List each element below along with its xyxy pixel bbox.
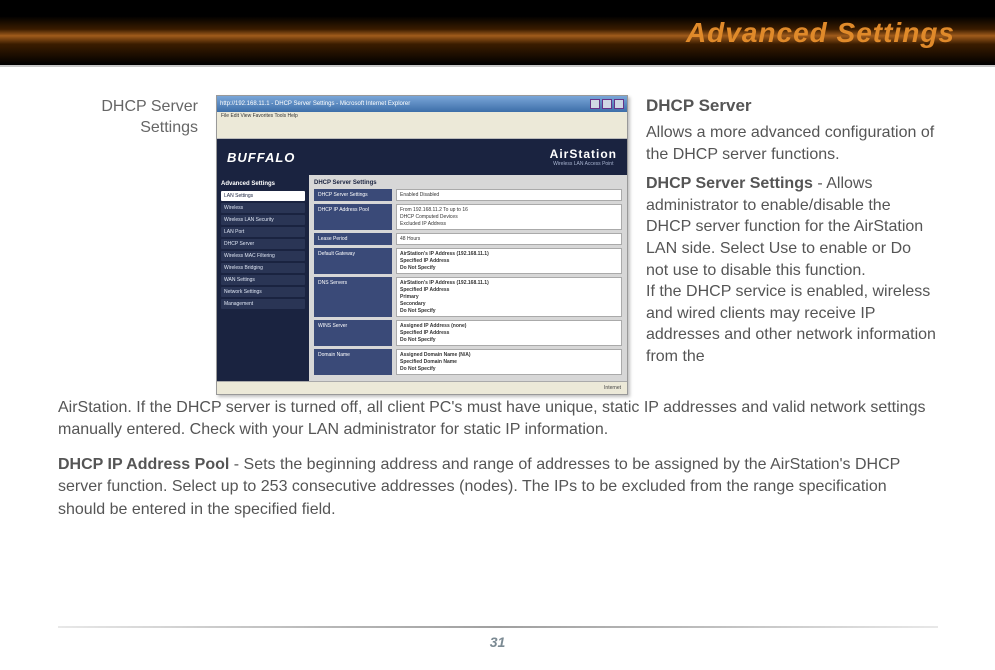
setting-label: DNS Servers bbox=[314, 277, 392, 317]
setting-row: WINS Server Assigned IP Address (none) S… bbox=[314, 320, 622, 346]
right-column: DHCP Server Allows a more advanced confi… bbox=[646, 95, 937, 395]
setting-field[interactable]: Assigned IP Address (none) Specified IP … bbox=[396, 320, 622, 346]
setting-label: DHCP Server Settings bbox=[314, 189, 392, 201]
setting-field[interactable]: Assigned Domain Name (N/A) Specified Dom… bbox=[396, 349, 622, 375]
field-text: Specified IP Address bbox=[400, 330, 618, 336]
setting-row: Lease Period 48 Hours bbox=[314, 233, 622, 245]
setting-row: DHCP Server Settings Enabled Disabled bbox=[314, 189, 622, 201]
paragraph: AirStation. If the DHCP server is turned… bbox=[58, 397, 937, 442]
brand-logo: BUFFALO bbox=[227, 150, 295, 165]
field-text: Secondary bbox=[400, 301, 618, 307]
status-text: Internet bbox=[604, 385, 621, 391]
section-heading: DHCP Server bbox=[646, 95, 937, 118]
sidebar-item[interactable]: Network Settings bbox=[221, 287, 305, 297]
field-text: Excluded IP Address bbox=[400, 221, 618, 227]
upper-row: DHCP Server Settings http://192.168.11.1… bbox=[58, 95, 937, 395]
intro-text: Allows a more advanced configuration of … bbox=[646, 122, 937, 165]
settings-panel: DHCP Server Settings DHCP Server Setting… bbox=[309, 175, 627, 381]
setting-row: DNS Servers AirStation's IP Address (192… bbox=[314, 277, 622, 317]
setting-field[interactable]: AirStation's IP Address (192.168.11.1) S… bbox=[396, 248, 622, 274]
setting-field[interactable]: Enabled Disabled bbox=[396, 189, 622, 201]
browser-statusbar: Internet bbox=[217, 381, 627, 394]
field-text: AirStation's IP Address (192.168.11.1) bbox=[400, 251, 618, 257]
sidebar-item[interactable]: DHCP Server bbox=[221, 239, 305, 249]
page-footer: 31 bbox=[0, 626, 995, 652]
sidebar-nav: Advanced Settings LAN Settings Wireless … bbox=[217, 175, 309, 381]
footer-divider bbox=[58, 626, 938, 628]
minimize-icon[interactable] bbox=[590, 99, 600, 109]
field-text: Specified IP Address bbox=[400, 287, 618, 293]
content-area: DHCP Server Settings http://192.168.11.1… bbox=[0, 67, 995, 521]
figure-caption: DHCP Server Settings bbox=[58, 95, 198, 395]
sidebar-item[interactable]: Wireless MAC Filtering bbox=[221, 251, 305, 261]
field-text: Primary bbox=[400, 294, 618, 300]
setting-field[interactable]: From 192.168.11.2 To up to 16 DHCP Compu… bbox=[396, 204, 622, 230]
window-title: http://192.168.11.1 - DHCP Server Settin… bbox=[220, 101, 410, 107]
setting-field[interactable]: 48 Hours bbox=[396, 233, 622, 245]
page-title: Advanced Settings bbox=[686, 17, 955, 49]
field-text: Assigned IP Address (none) bbox=[400, 323, 618, 329]
setting-label: Lease Period bbox=[314, 233, 392, 245]
field-text: 48 Hours bbox=[400, 236, 618, 242]
field-text: Specified Domain Name bbox=[400, 359, 618, 365]
sidebar-item[interactable]: Wireless bbox=[221, 203, 305, 213]
product-tagline: Wireless LAN Access Point bbox=[550, 161, 617, 167]
field-text: DHCP Computed Devices bbox=[400, 214, 618, 220]
setting-row: DHCP IP Address Pool From 192.168.11.2 T… bbox=[314, 204, 622, 230]
browser-menu[interactable]: File Edit View Favorites Tools Help bbox=[217, 112, 627, 124]
setting-label: Domain Name bbox=[314, 349, 392, 375]
brand-product: AirStation Wireless LAN Access Point bbox=[550, 147, 617, 167]
window-buttons bbox=[590, 99, 624, 109]
field-text: Assigned Domain Name (N/A) bbox=[400, 352, 618, 358]
sidebar-item[interactable]: Management bbox=[221, 299, 305, 309]
app-body: Advanced Settings LAN Settings Wireless … bbox=[217, 175, 627, 381]
field-text: Enabled Disabled bbox=[400, 192, 618, 198]
sidebar-item[interactable]: WAN Settings bbox=[221, 275, 305, 285]
sidebar-item[interactable]: Wireless Bridging bbox=[221, 263, 305, 273]
close-icon[interactable] bbox=[614, 99, 624, 109]
sidebar-item[interactable]: LAN Port bbox=[221, 227, 305, 237]
field-text: Do Not Specify bbox=[400, 265, 618, 271]
section-title: DHCP Server Settings bbox=[314, 180, 622, 186]
setting-row: Default Gateway AirStation's IP Address … bbox=[314, 248, 622, 274]
continuation-text: If the DHCP service is enabled, wireless… bbox=[646, 281, 937, 367]
header-bar: Advanced Settings bbox=[0, 0, 995, 65]
field-text: Do Not Specify bbox=[400, 308, 618, 314]
setting-field[interactable]: AirStation's IP Address (192.168.11.1) S… bbox=[396, 277, 622, 317]
brand-bar: BUFFALO AirStation Wireless LAN Access P… bbox=[217, 139, 627, 175]
embedded-screenshot: http://192.168.11.1 - DHCP Server Settin… bbox=[216, 95, 628, 395]
setting-label: Default Gateway bbox=[314, 248, 392, 274]
paragraph: DHCP IP Address Pool - Sets the beginnin… bbox=[58, 454, 937, 521]
page-number: 31 bbox=[490, 634, 506, 650]
field-text: AirStation's IP Address (192.168.11.1) bbox=[400, 280, 618, 286]
setting-row: Domain Name Assigned Domain Name (N/A) S… bbox=[314, 349, 622, 375]
document-page: Advanced Settings DHCP Server Settings h… bbox=[0, 0, 995, 670]
window-titlebar: http://192.168.11.1 - DHCP Server Settin… bbox=[217, 96, 627, 112]
browser-toolbar[interactable] bbox=[217, 124, 627, 139]
sidebar-item[interactable]: LAN Settings bbox=[221, 191, 305, 201]
maximize-icon[interactable] bbox=[602, 99, 612, 109]
field-text: From 192.168.11.2 To up to 16 bbox=[400, 207, 618, 213]
nav-heading: Advanced Settings bbox=[221, 181, 305, 187]
sidebar-item[interactable]: Wireless LAN Security bbox=[221, 215, 305, 225]
product-name: AirStation bbox=[550, 147, 617, 161]
setting-label: DHCP IP Address Pool bbox=[314, 204, 392, 230]
term-label: DHCP IP Address Pool bbox=[58, 456, 229, 473]
subsection-label: DHCP Server Settings bbox=[646, 175, 813, 192]
field-text: Specified IP Address bbox=[400, 258, 618, 264]
field-text: Do Not Specify bbox=[400, 366, 618, 372]
field-text: Do Not Specify bbox=[400, 337, 618, 343]
setting-label: WINS Server bbox=[314, 320, 392, 346]
subsection: DHCP Server Settings - Allows administra… bbox=[646, 173, 937, 281]
